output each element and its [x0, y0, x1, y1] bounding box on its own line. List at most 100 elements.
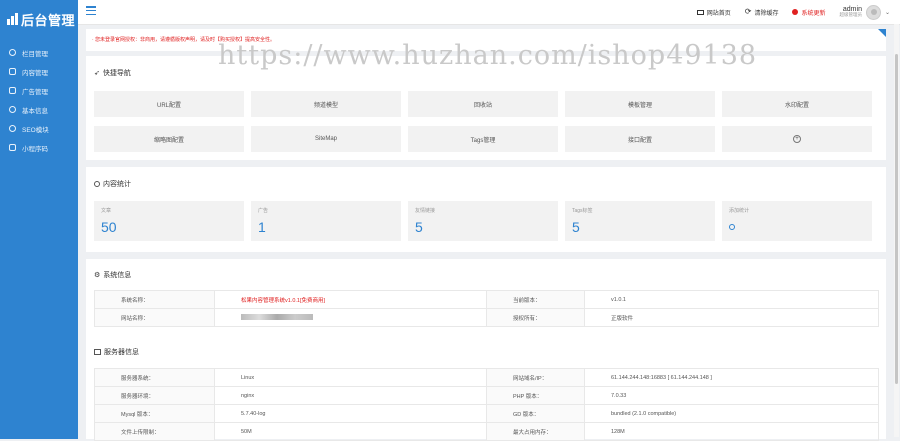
server-info-title-text: 服务器信息: [104, 349, 139, 356]
user-role: 超级管理员: [839, 12, 862, 18]
topbar-actions: 网站首页 ⟳ 清除缓存 系统更新 admin 超级管理员 ⌄: [696, 0, 890, 24]
table-key: 系统名称：: [94, 290, 215, 309]
stat-articles[interactable]: 文章 50: [94, 201, 244, 241]
quicknav-thumbnail-config[interactable]: 缩略图配置: [94, 126, 244, 152]
quicknav-watermark-config[interactable]: 水印配置: [722, 91, 872, 117]
sidebar-item-miniprogram[interactable]: 小程序码: [0, 138, 78, 157]
monitor-icon: [696, 9, 704, 15]
chevron-down-icon[interactable]: ⌄: [885, 9, 890, 16]
stat-value: 5: [572, 219, 580, 235]
refresh-icon: ⟳: [744, 7, 752, 16]
table-row: 服务器环境： nginx PHP 版本： 7.0.33: [94, 386, 879, 405]
table-key: 文件上传限制：: [94, 422, 215, 441]
quicknav-recycle-bin[interactable]: 回收站: [408, 91, 558, 117]
system-info-title-text: 系统信息: [103, 272, 132, 279]
table-value: Linux: [214, 368, 487, 387]
stat-label: 文章: [101, 208, 112, 214]
sidebar-item-content[interactable]: 内容管理: [0, 62, 78, 81]
table-value: v1.0.1: [584, 290, 879, 309]
quicknav-title-text: 快捷导航: [102, 70, 131, 77]
circle-icon: [9, 125, 16, 132]
stat-ads[interactable]: 广告 1: [251, 201, 401, 241]
table-value: 61.144.244.148:16883 [ 61.144.244.148 ]: [584, 368, 879, 387]
table-row: 文件上传限制： 50M 最大占用内存： 128M: [94, 422, 879, 441]
stat-label: 友情链接: [415, 208, 436, 214]
server-info-table: 服务器系统： Linux 网站域名/IP： 61.144.244.148:168…: [94, 368, 879, 441]
table-key: Mysql 版本：: [94, 404, 215, 423]
site-home-label: 网站首页: [706, 10, 731, 17]
table-value: [214, 308, 487, 327]
gear-icon: [9, 49, 16, 56]
sidebar-item-label: 栏目管理: [22, 50, 48, 58]
app-logo[interactable]: 后台管理: [0, 0, 78, 38]
gear-icon: ⚙: [94, 272, 101, 279]
site-home-link[interactable]: 网站首页: [696, 8, 731, 17]
grid-icon: [9, 144, 16, 151]
stat-label: Tags标签: [572, 208, 593, 214]
table-key: PHP 版本：: [486, 386, 585, 405]
quicknav-tags-manage[interactable]: Tags管理: [408, 126, 558, 152]
alert-icon: [792, 9, 799, 15]
server-info-title: 服务器信息: [94, 347, 139, 357]
avatar[interactable]: [865, 4, 881, 20]
sidebar-item-basic-info[interactable]: 基本信息: [0, 100, 78, 119]
table-key: 当前版本：: [486, 290, 585, 309]
stats-title-text: 内容统计: [103, 181, 131, 188]
table-row: Mysql 版本： 5.7.40-log GD 版本： bundled (2.1…: [94, 404, 879, 423]
add-circle-icon[interactable]: [729, 224, 735, 230]
stat-value: 5: [415, 219, 423, 235]
stat-add[interactable]: 添加统计: [722, 201, 872, 241]
stat-value: 1: [258, 219, 266, 235]
clear-cache-label: 清除缓存: [754, 10, 779, 17]
table-key: 最大占用内存：: [486, 422, 585, 441]
page-scrollbar[interactable]: [894, 24, 899, 437]
send-icon: ➶: [94, 70, 100, 77]
table-key: 网站域名/IP：: [486, 368, 585, 387]
sidebar-item-seo[interactable]: SEO模块: [0, 119, 78, 138]
quicknav-sitemap[interactable]: SiteMap: [251, 126, 401, 152]
table-key: 网站名称：: [94, 308, 215, 327]
system-info-table: 系统名称： 松果内容管理系统v1.0.1[免费商用] 当前版本： v1.0.1 …: [94, 290, 879, 327]
stat-tags[interactable]: Tags标签 5: [565, 201, 715, 241]
quicknav-add-shortcut[interactable]: +: [722, 126, 872, 152]
table-value: 正版软件: [584, 308, 879, 327]
sidebar-item-columns[interactable]: 栏目管理: [0, 43, 78, 62]
home-icon: [9, 87, 16, 94]
stats-grid: 文章 50 广告 1 友情链接 5 Tags标签 5 添加统计: [94, 201, 872, 241]
table-value[interactable]: 松果内容管理系统v1.0.1[免费商用]: [214, 290, 487, 309]
user-menu[interactable]: admin 超级管理员 ⌄: [839, 4, 890, 20]
table-key: 服务器环境：: [94, 386, 215, 405]
stat-label: 广告: [258, 208, 269, 214]
table-key: 授权所有：: [486, 308, 585, 327]
table-value: nginx: [214, 386, 487, 405]
table-row: 服务器系统： Linux 网站域名/IP： 61.144.244.148:168…: [94, 368, 879, 387]
table-value: 50M: [214, 422, 487, 441]
settings-icon: [9, 106, 16, 113]
sidebar-item-ads[interactable]: 广告管理: [0, 81, 78, 100]
stats-panel: 内容统计 文章 50 广告 1 友情链接 5 Tags标签 5 添加统计: [86, 167, 886, 252]
sidebar-item-label: 广告管理: [22, 88, 48, 96]
sidebar-item-label: 基本信息: [22, 107, 48, 115]
corner-flag-icon: [878, 29, 886, 37]
quicknav-api-config[interactable]: 接口配置: [565, 126, 715, 152]
document-icon: [9, 68, 16, 75]
table-value: 7.0.33: [584, 386, 879, 405]
quicknav-title: ➶ 快捷导航: [94, 68, 131, 78]
quicknav-channel-model[interactable]: 频道模型: [251, 91, 401, 117]
menu-toggle-icon[interactable]: [86, 6, 96, 15]
stat-value: 50: [101, 219, 117, 235]
clear-cache-button[interactable]: ⟳ 清除缓存: [745, 8, 779, 17]
system-update-button[interactable]: 系统更新: [792, 8, 825, 17]
quicknav-url-config[interactable]: URL配置: [94, 91, 244, 117]
scrollbar-thumb[interactable]: [895, 54, 898, 384]
logo-text: 后台管理: [21, 12, 76, 28]
system-update-label: 系统更新: [801, 10, 826, 17]
stat-links[interactable]: 友情链接 5: [408, 201, 558, 241]
table-value: bundled (2.1.0 compatible): [584, 404, 879, 423]
quicknav-grid: URL配置 频道模型 回收站 模板管理 水印配置 缩略图配置 SiteMap T…: [94, 91, 872, 152]
sidebar-item-label: SEO模块: [22, 126, 49, 134]
table-row: 网站名称： 授权所有： 正版软件: [94, 308, 879, 327]
watermark-text: https://www.huzhan.com/ishop49138: [218, 40, 758, 71]
quicknav-template-manage[interactable]: 模板管理: [565, 91, 715, 117]
server-icon: [94, 349, 101, 355]
